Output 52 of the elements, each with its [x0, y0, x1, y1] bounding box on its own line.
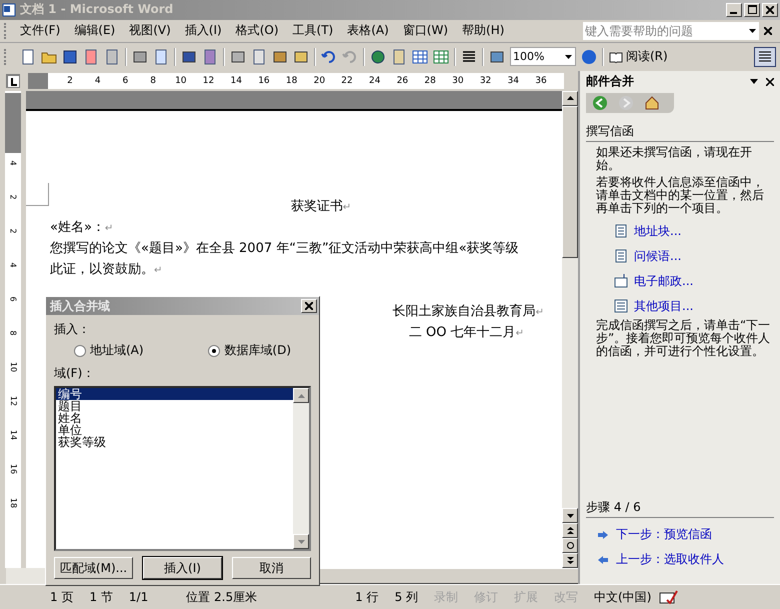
document-paragraph: «姓名»：↵ — [50, 218, 114, 237]
status-item: 位置 2.5厘米 — [185, 588, 258, 606]
ruler-number: 12 — [202, 76, 216, 86]
document-paragraph: 此证，以资鼓励。↵ — [50, 260, 162, 279]
ruler-number: 2 — [9, 194, 17, 200]
ruler-number: 30 — [451, 76, 465, 86]
ruler-number: 2 — [66, 76, 74, 86]
dialog-title: 插入合并域 — [50, 298, 110, 314]
ruler-number: 16 — [9, 464, 17, 474]
ruler-number: 4 — [94, 76, 102, 86]
status-item: 1 节 — [88, 588, 114, 606]
fields-label: 域(F)： — [54, 365, 96, 382]
completion-text: 完成信函撰写之后，请单击“下一步”。接着您即可预览每个收件人的信函，并可进行个性化设置。 — [596, 318, 772, 358]
insert-label: 插入： — [54, 321, 91, 338]
ruler-number: 2 — [9, 228, 17, 234]
document-paragraph: 获奖证书↵ — [290, 198, 352, 216]
ruler-number: 32 — [478, 76, 492, 86]
ruler-number: 24 — [368, 76, 382, 86]
ruler-number: 4 — [9, 160, 17, 166]
ruler-number: 36 — [534, 76, 548, 86]
ruler-number: 14 — [229, 76, 243, 86]
document-paragraph: 二 OO 七年十二月↵ — [408, 324, 524, 342]
window-title: 文档 1 - Microsoft Word — [20, 1, 174, 18]
document-paragraph: 长阳土家族自治县教育局↵ — [392, 302, 544, 321]
task-pane-title: 邮件合并 — [586, 73, 634, 90]
ruler-number: 22 — [340, 76, 354, 86]
step-indicator: 步骤 4 / 6 — [586, 499, 774, 518]
ruler-number: 20 — [312, 76, 326, 86]
status-item: 1/1 — [128, 590, 150, 604]
ruler-number: 28 — [423, 76, 437, 86]
ruler-number: 14 — [9, 430, 17, 440]
section-heading: 撰写信函 — [586, 122, 774, 142]
status-item: 1 页 — [49, 588, 74, 606]
status-item: 1 行 — [354, 588, 380, 606]
status-item: 5 列 — [394, 588, 420, 606]
ruler-number: 34 — [506, 76, 520, 86]
ruler-number: 18 — [9, 498, 17, 508]
ruler-number: 6 — [122, 76, 130, 86]
intro-text: 如果还未撰写信函，请现在开始。 — [596, 146, 753, 172]
ruler-number: 10 — [9, 362, 17, 372]
status-item: 中文(中国) — [593, 588, 652, 606]
document-paragraph: 您撰写的论文《«题目»》在全县 2007 年“三教”征文活动中荣获高中组«获奖等级 — [50, 240, 519, 258]
instruction-text: 若要将收件人信息添至信函中，请单击文档中的某一位置，然后再单击下列的一个项目。 — [596, 176, 765, 215]
ruler-number: 26 — [396, 76, 410, 86]
ruler-number: 12 — [9, 396, 17, 406]
ruler-number: 18 — [284, 76, 298, 86]
ruler-number: 8 — [149, 76, 157, 86]
ruler-number: 8 — [9, 330, 17, 336]
ruler-number: 4 — [9, 262, 17, 268]
ruler-number: 16 — [257, 76, 271, 86]
ruler-number: 10 — [174, 76, 188, 86]
ruler-number: 6 — [9, 296, 17, 302]
